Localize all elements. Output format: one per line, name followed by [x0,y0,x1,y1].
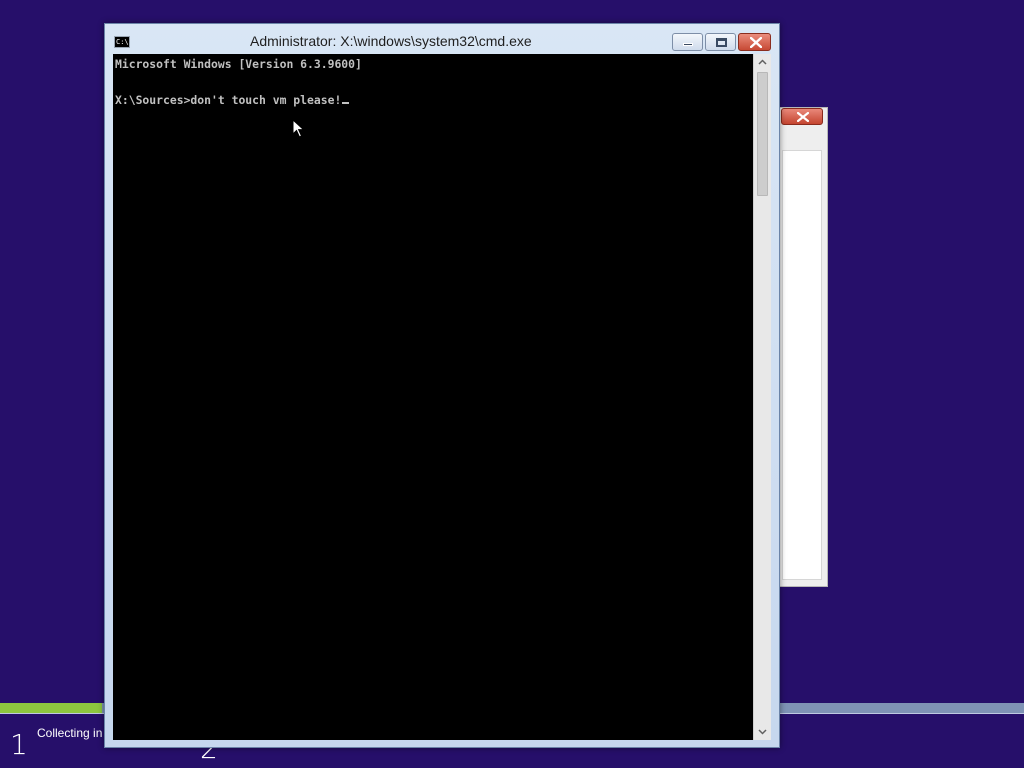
maximize-icon [716,38,727,47]
text-cursor [342,102,350,104]
cmd-icon-text: C:\ [116,38,129,46]
title-bar[interactable]: C:\ Administrator: X:\windows\system32\c… [105,24,779,54]
chevron-down-icon [758,729,767,735]
scroll-thumb[interactable] [757,72,768,196]
prompt-line: X:\Sources>don't touch vm please! [115,91,753,109]
chevron-up-icon [758,59,767,65]
setup-dialog-close-button[interactable] [781,108,823,125]
close-button[interactable] [738,33,771,51]
minimize-button[interactable] [672,33,703,51]
scroll-down-button[interactable] [754,723,771,740]
setup-dialog-content [782,150,822,580]
cmd-window[interactable]: C:\ Administrator: X:\windows\system32\c… [104,23,780,748]
step-1-label: Collecting in [37,726,103,740]
window-title: Administrator: X:\windows\system32\cmd.e… [250,33,532,49]
step-1-number: 1 [10,728,28,761]
console-line: Microsoft Windows [Version 6.3.9600] [115,57,362,71]
setup-dialog [779,107,828,587]
maximize-button[interactable] [705,33,736,51]
close-icon [797,112,809,122]
scroll-up-button[interactable] [754,54,771,71]
close-icon [750,37,762,48]
cmd-icon[interactable]: C:\ [114,36,130,48]
console-output[interactable]: Microsoft Windows [Version 6.3.9600] X:\… [113,54,753,740]
prompt-text: X:\Sources>don't touch vm please! [115,93,342,107]
setup-progress-fill [0,703,103,713]
minimize-icon [683,43,693,46]
mouse-pointer-icon [292,119,305,138]
vertical-scrollbar[interactable] [753,54,771,740]
